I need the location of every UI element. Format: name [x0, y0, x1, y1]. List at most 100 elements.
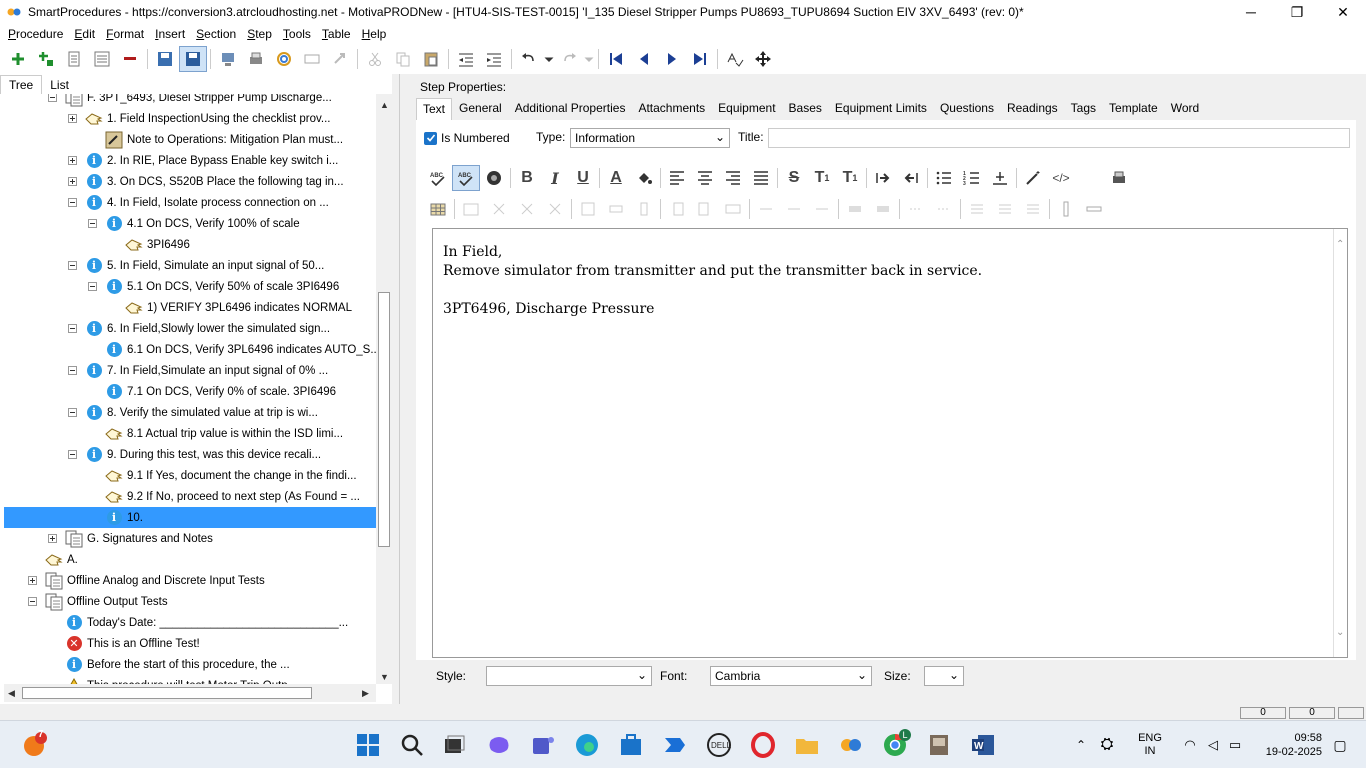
menu-procedure[interactable]: Procedure: [4, 27, 70, 41]
opera-icon[interactable]: [747, 729, 779, 761]
collapse-icon[interactable]: [28, 597, 37, 606]
list-icon[interactable]: [60, 46, 88, 72]
search-icon[interactable]: [396, 729, 428, 761]
editor-scrollbar[interactable]: ⌃ ⌄: [1333, 229, 1347, 657]
last-icon[interactable]: [686, 46, 714, 72]
step-text-editor[interactable]: In Field, Remove simulator from transmit…: [432, 228, 1348, 658]
tree-horizontal-scrollbar[interactable]: ◀ ▶: [4, 684, 376, 702]
tree-node[interactable]: i 7. In Field,Simulate an input signal of…: [68, 360, 328, 381]
insert-column-right-icon[interactable]: [691, 196, 719, 222]
tree-node[interactable]: i 2. In RIE, Place Bypass Enable key swit…: [68, 150, 338, 171]
menu-tools[interactable]: Tools: [279, 27, 318, 41]
next-icon[interactable]: [658, 46, 686, 72]
checkbox-checked-icon[interactable]: [424, 131, 437, 145]
subscript-icon[interactable]: T1: [836, 165, 864, 191]
valign-middle-icon[interactable]: [991, 196, 1019, 222]
scrollbar-thumb[interactable]: [378, 292, 390, 547]
tree-node[interactable]: i 4. In Field, Isolate process connection…: [68, 192, 329, 213]
tree-node[interactable]: 9.1 If Yes, document the change in the f…: [88, 465, 357, 486]
tree-node[interactable]: i 8. Verify the simulated value at trip i…: [68, 402, 318, 423]
save-icon[interactable]: [179, 46, 207, 72]
expand-icon[interactable]: [48, 534, 57, 543]
is-numbered-checkbox[interactable]: Is Numbered: [424, 128, 510, 148]
copilot-icon[interactable]: [483, 729, 515, 761]
tree-node[interactable]: i Today's Date: _________________________…: [48, 612, 348, 633]
network-status-icon[interactable]: ⛭: [1092, 736, 1122, 754]
menu-table[interactable]: Table: [318, 27, 358, 41]
outdent-icon[interactable]: [452, 46, 480, 72]
paste-icon[interactable]: [417, 46, 445, 72]
dell-icon[interactable]: DELL: [703, 729, 735, 761]
remote-app-icon[interactable]: [923, 729, 955, 761]
bullet-list-icon[interactable]: [930, 165, 958, 191]
tree-node[interactable]: i 9. During this test, was this device re…: [68, 444, 321, 465]
save-all-icon[interactable]: [151, 46, 179, 72]
scroll-right-icon[interactable]: ▶: [362, 688, 369, 699]
horizontal-bar-icon[interactable]: [1080, 196, 1108, 222]
tab-equipment[interactable]: Equipment: [712, 98, 781, 120]
title-input[interactable]: [768, 128, 1350, 148]
tree-node[interactable]: i 6.1 On DCS, Verify 3PL6496 indicates AU…: [88, 339, 376, 360]
menu-section[interactable]: Section: [192, 27, 243, 41]
tree-node[interactable]: ✕ This is an Offline Test!: [48, 633, 200, 654]
align-center-icon[interactable]: [691, 165, 719, 191]
font-color-icon[interactable]: A: [602, 165, 630, 191]
add-icon[interactable]: [4, 46, 32, 72]
print-preview-icon[interactable]: [1105, 165, 1133, 191]
spell-check-icon[interactable]: [721, 46, 749, 72]
clock[interactable]: 09:58 19-02-2025: [1252, 731, 1322, 759]
tab-questions[interactable]: Questions: [934, 98, 1000, 120]
magic-wand-icon[interactable]: [1019, 165, 1047, 191]
tree-node[interactable]: i 10.: [4, 507, 376, 528]
tree-node[interactable]: i 6. In Field,Slowly lower the simulated …: [68, 318, 330, 339]
tree-node[interactable]: i 5. In Field, Simulate an input signal o…: [68, 255, 324, 276]
spellcheck-as-you-type-icon[interactable]: ABC: [452, 165, 480, 191]
remove-icon[interactable]: [116, 46, 144, 72]
close-button[interactable]: ✕: [1320, 0, 1366, 24]
border-icon[interactable]: [841, 196, 869, 222]
size-select[interactable]: ⌄: [924, 666, 964, 686]
valign-top-icon[interactable]: [963, 196, 991, 222]
tree-node[interactable]: G. Signatures and Notes: [48, 528, 213, 549]
row-properties-icon[interactable]: [602, 196, 630, 222]
collapse-icon[interactable]: [48, 94, 57, 102]
restore-button[interactable]: ❐: [1274, 0, 1320, 24]
collapse-icon[interactable]: [68, 366, 77, 375]
numbered-list-icon[interactable]: 123: [958, 165, 986, 191]
procedure-tree[interactable]: F. 3PT_6493, Diesel Stripper Pump Discha…: [4, 94, 376, 684]
type-select[interactable]: Information ⌄: [570, 128, 730, 148]
insert-row-above-icon[interactable]: [752, 196, 780, 222]
menu-help[interactable]: Help: [358, 27, 394, 41]
collapse-icon[interactable]: [68, 408, 77, 417]
cell-properties-icon[interactable]: [574, 196, 602, 222]
tab-general[interactable]: General: [453, 98, 508, 120]
tab-template[interactable]: Template: [1103, 98, 1164, 120]
scroll-left-icon[interactable]: ◀: [8, 688, 15, 699]
panel-splitter[interactable]: [399, 74, 405, 704]
collapse-icon[interactable]: [88, 282, 97, 291]
tab-equipment-limits[interactable]: Equipment Limits: [829, 98, 933, 120]
menu-format[interactable]: Format: [102, 27, 151, 41]
justify-icon[interactable]: [747, 165, 775, 191]
add-child-icon[interactable]: [32, 46, 60, 72]
strikethrough-icon[interactable]: S: [780, 165, 808, 191]
expand-icon[interactable]: [68, 156, 77, 165]
collapse-icon[interactable]: [68, 261, 77, 270]
collapse-icon[interactable]: [68, 324, 77, 333]
redo-dropdown-icon[interactable]: [583, 46, 595, 72]
tree-node[interactable]: 8.1 Actual trip value is within the ISD …: [88, 423, 343, 444]
collapse-icon[interactable]: [88, 219, 97, 228]
word-icon[interactable]: W: [967, 729, 999, 761]
tree-node[interactable]: 1) VERIFY 3PL6496 indicates NORMAL: [108, 297, 352, 318]
font-select[interactable]: Cambria ⌄: [710, 666, 872, 686]
menu-step[interactable]: Step: [243, 27, 279, 41]
delete-table-icon[interactable]: [541, 196, 569, 222]
row-height-icon[interactable]: [902, 196, 930, 222]
tab-additional-properties[interactable]: Additional Properties: [509, 98, 632, 120]
tab-word[interactable]: Word: [1165, 98, 1205, 120]
tab-list[interactable]: List: [42, 76, 77, 94]
minimize-button[interactable]: ─: [1228, 0, 1274, 24]
tree-node[interactable]: 1. Field InspectionUsing the checklist p…: [68, 108, 331, 129]
store-icon[interactable]: [615, 729, 647, 761]
tree-node[interactable]: Offline Analog and Discrete Input Tests: [28, 570, 265, 591]
